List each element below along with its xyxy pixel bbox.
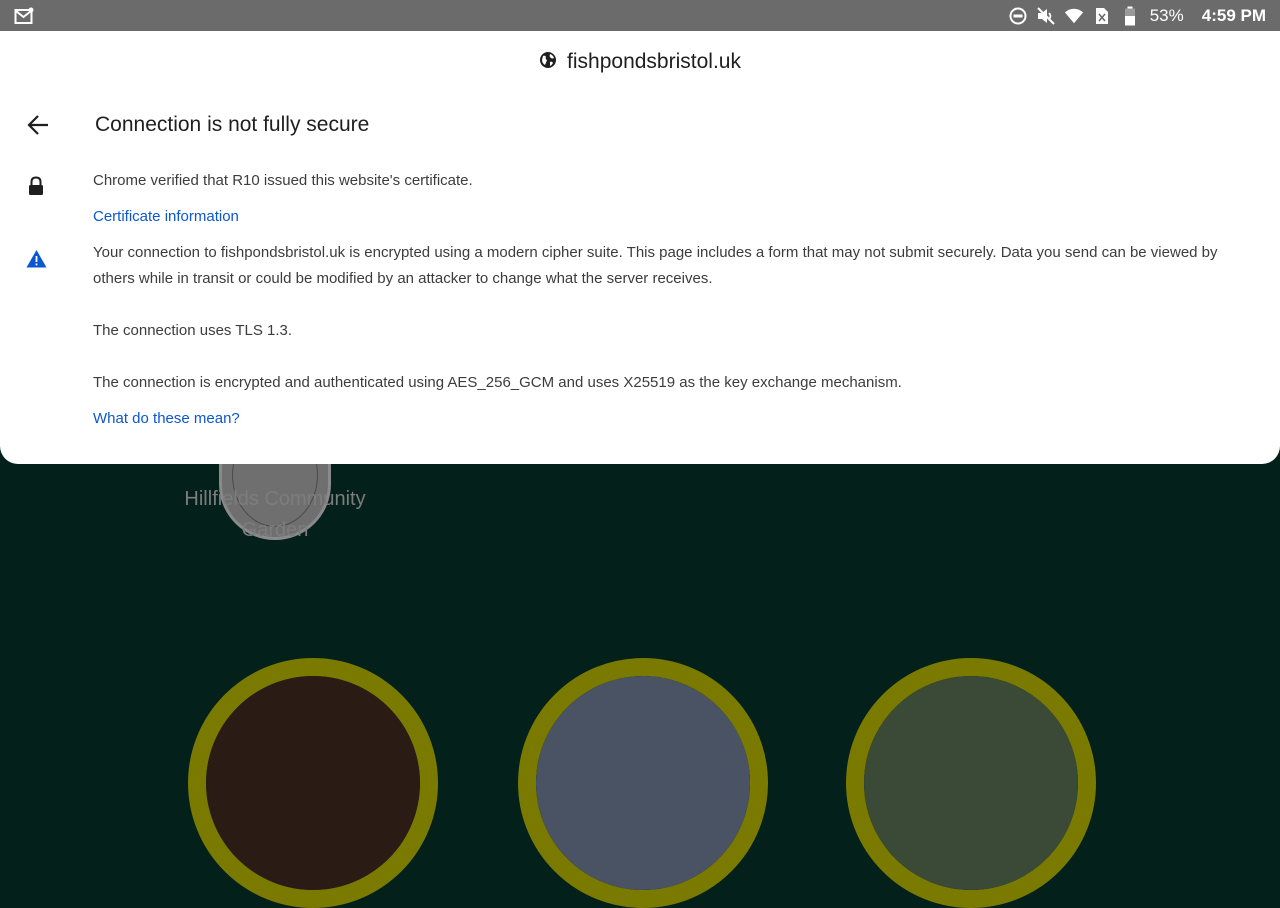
- photo-2: [536, 676, 750, 890]
- connection-security-sheet: fishpondsbristol.uk Connection is not fu…: [0, 31, 1280, 464]
- mail-icon: [14, 6, 34, 26]
- what-do-these-mean-link[interactable]: What do these mean?: [93, 406, 240, 432]
- battery-icon: [1120, 6, 1140, 26]
- cipher-text: The connection is encrypted and authenti…: [93, 374, 902, 391]
- no-sim-icon: [1092, 6, 1112, 26]
- photo-circle-2[interactable]: [518, 658, 768, 908]
- photo-1: [206, 676, 420, 890]
- battery-percent: 53%: [1149, 5, 1184, 25]
- photo-circle-1[interactable]: [188, 658, 438, 908]
- certificate-text: Chrome verified that R10 issued this web…: [93, 172, 473, 189]
- garden-name[interactable]: Hillfields Community Garden: [175, 484, 375, 546]
- mute-icon: [1036, 6, 1056, 26]
- certificate-information-link[interactable]: Certificate information: [93, 204, 239, 230]
- site-header: fishpondsbristol.uk: [0, 49, 1280, 75]
- wifi-icon: [1064, 6, 1084, 26]
- photo-3: [864, 676, 1078, 890]
- photo-circle-3[interactable]: [846, 658, 1096, 908]
- lock-icon: [29, 176, 43, 195]
- dialog-title: Connection is not fully secure: [95, 113, 370, 136]
- clock: 4:59 PM: [1201, 5, 1266, 25]
- site-domain: fishpondsbristol.uk: [567, 50, 741, 73]
- back-button[interactable]: [22, 109, 54, 141]
- warning-text: Your connection to fishpondsbristol.uk i…: [93, 244, 1218, 287]
- status-bar: 53% 4:59 PM: [0, 0, 1280, 31]
- warning-triangle-icon: [26, 250, 47, 268]
- globe-icon: [539, 51, 557, 74]
- tls-text: The connection uses TLS 1.3.: [93, 322, 293, 339]
- arrow-left-icon: [27, 115, 48, 135]
- dnd-icon: [1008, 6, 1028, 26]
